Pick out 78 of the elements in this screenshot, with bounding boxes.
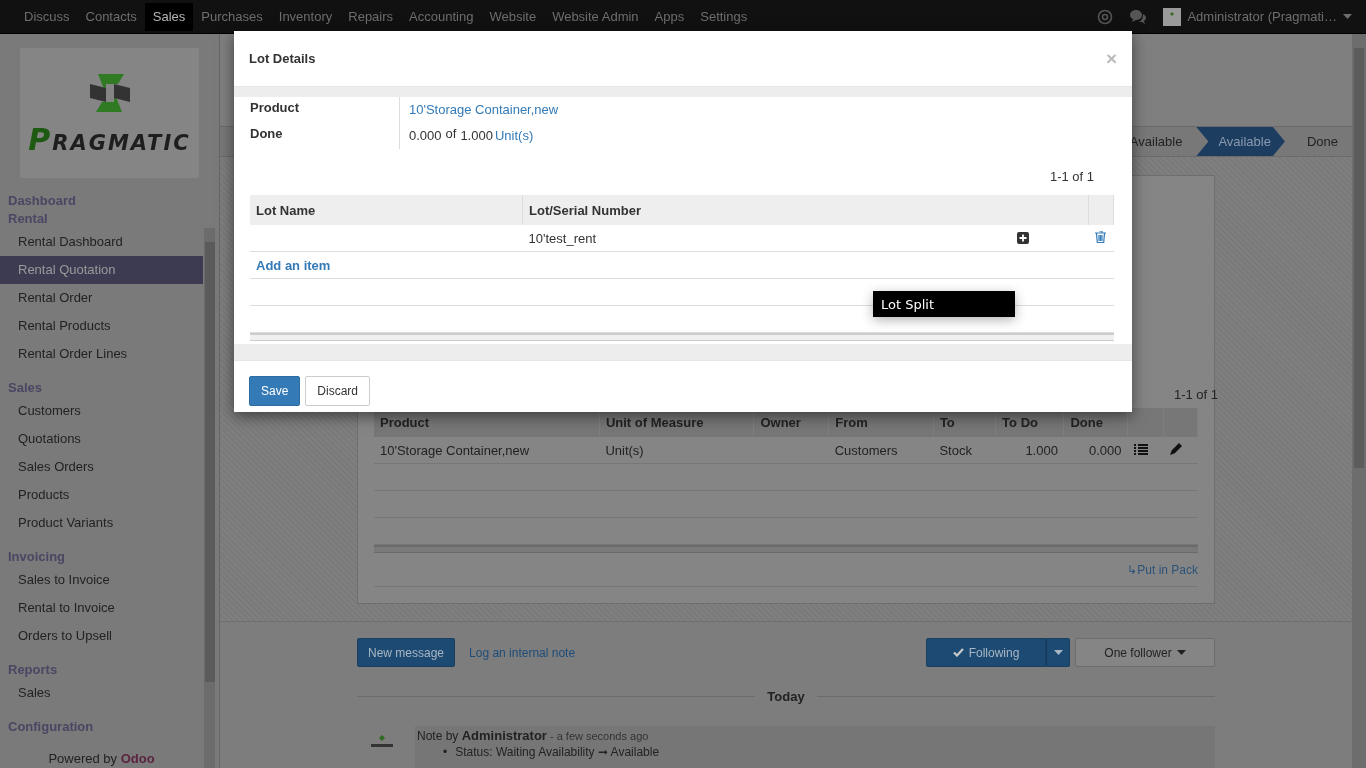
dialog-button[interactable]: Discard: [305, 376, 371, 406]
sidebar-item[interactable]: Rental Products: [0, 312, 203, 340]
scrollbar[interactable]: [204, 228, 215, 768]
new-message-button[interactable]: New message: [357, 638, 456, 667]
dialog-title: Lot Details: [249, 51, 317, 66]
logo-text: PRAGMATIC: [28, 121, 191, 157]
menu-item[interactable]: Apps: [646, 2, 693, 31]
sidebar-item[interactable]: Rental Order: [0, 284, 203, 312]
chat-icon[interactable]: [1129, 9, 1148, 24]
menu-item[interactable]: Website: [481, 2, 545, 31]
caret-icon: [1343, 14, 1352, 19]
dialog-button[interactable]: Save: [249, 376, 301, 406]
of-text: of: [445, 126, 457, 141]
avatar-icon: [369, 734, 395, 750]
table-cell: 0.000: [1089, 442, 1122, 458]
sidebar-item[interactable]: Sales: [0, 679, 203, 707]
pager-text: 1-1 of 1: [1049, 169, 1094, 184]
status-stage[interactable]: Done: [1284, 127, 1352, 156]
list-icon[interactable]: [1133, 443, 1148, 455]
pager-text: 1-1 of 1: [1173, 387, 1218, 402]
menu-item[interactable]: Inventory: [270, 2, 341, 31]
trash-icon[interactable]: [1094, 230, 1106, 243]
followers-button[interactable]: One follower: [1075, 638, 1215, 667]
check-icon: [952, 648, 964, 657]
product-link[interactable]: 10'Storage Container,new: [409, 102, 559, 117]
menu-item[interactable]: Sales: [144, 2, 194, 31]
table-cell: 10'test_rent: [528, 230, 597, 246]
tooltip-text: Lot Split: [881, 296, 935, 312]
field-label: Product: [250, 100, 300, 115]
message-author: Note by Administrator: [417, 729, 547, 743]
table-cell: 1.000: [1025, 442, 1058, 458]
menu-item[interactable]: Contacts: [77, 2, 145, 31]
sidebar-item[interactable]: Sales to Invoice: [0, 566, 203, 594]
message-time: - a few seconds ago: [549, 730, 649, 742]
caret-icon: [1176, 650, 1186, 655]
field-label: Done: [250, 126, 283, 141]
menu-item[interactable]: Website Admin: [544, 2, 647, 31]
bullet-text: •: [443, 744, 448, 761]
scrollbar[interactable]: [1352, 34, 1366, 768]
menu-item[interactable]: Purchases: [193, 2, 271, 31]
following-button[interactable]: Following: [926, 638, 1046, 667]
sidebar-item[interactable]: Sales Orders: [0, 453, 203, 481]
sidebar-item[interactable]: Rental Dashboard: [0, 228, 203, 256]
status-stage[interactable]: Available: [1196, 127, 1285, 156]
date-separator: Today: [767, 689, 805, 704]
user-menu[interactable]: Administrator (Pragmati…: [1187, 9, 1337, 24]
unit-link[interactable]: Unit(s): [494, 128, 534, 143]
log-note-link[interactable]: Log an internal note: [469, 645, 576, 660]
avatar-icon: [1163, 7, 1182, 26]
plus-square-icon[interactable]: [1016, 232, 1029, 244]
powered-by-text: Powered by Odoo: [47, 751, 156, 766]
sidebar-item[interactable]: Orders to Upsell: [0, 622, 203, 650]
sidebar-item[interactable]: Quotations: [0, 425, 203, 453]
put-in-pack-link[interactable]: ↳Put in Pack: [1127, 562, 1198, 577]
pencil-icon[interactable]: [1169, 442, 1182, 455]
sidebar-item[interactable]: Products: [0, 481, 203, 509]
sidebar-item[interactable]: Customers: [0, 397, 203, 425]
total-quantity: 1.000: [460, 128, 493, 143]
dropdown-button[interactable]: [1046, 638, 1070, 667]
menu-item[interactable]: Repairs: [340, 2, 402, 31]
sidebar-item[interactable]: Product Variants: [0, 509, 203, 537]
done-quantity: 0.000: [409, 128, 442, 143]
column-header[interactable]: Lot/Serial Number: [522, 195, 1089, 225]
column-header[interactable]: Lot Name: [250, 195, 523, 225]
menu-item[interactable]: Discuss: [16, 2, 78, 31]
menu-item[interactable]: Accounting: [401, 2, 482, 31]
sidebar-item[interactable]: Rental Order Lines: [0, 340, 203, 368]
sidebar-item[interactable]: Rental Quotation: [0, 256, 203, 284]
sidebar-item[interactable]: Rental to Invoice: [0, 594, 203, 622]
close-button[interactable]: ×: [1105, 47, 1117, 70]
table-cell: Customers: [834, 442, 898, 458]
table-cell: Stock: [939, 442, 972, 458]
add-item-link[interactable]: Add an item: [256, 257, 331, 273]
tracking-change: Status: Waiting Availability ➞ Available: [455, 744, 660, 761]
menu-item[interactable]: Settings: [692, 2, 756, 31]
table-cell: 10'Storage Container,new: [380, 442, 530, 458]
caret-icon: [1053, 650, 1063, 655]
table-cell: Unit(s): [605, 442, 644, 458]
